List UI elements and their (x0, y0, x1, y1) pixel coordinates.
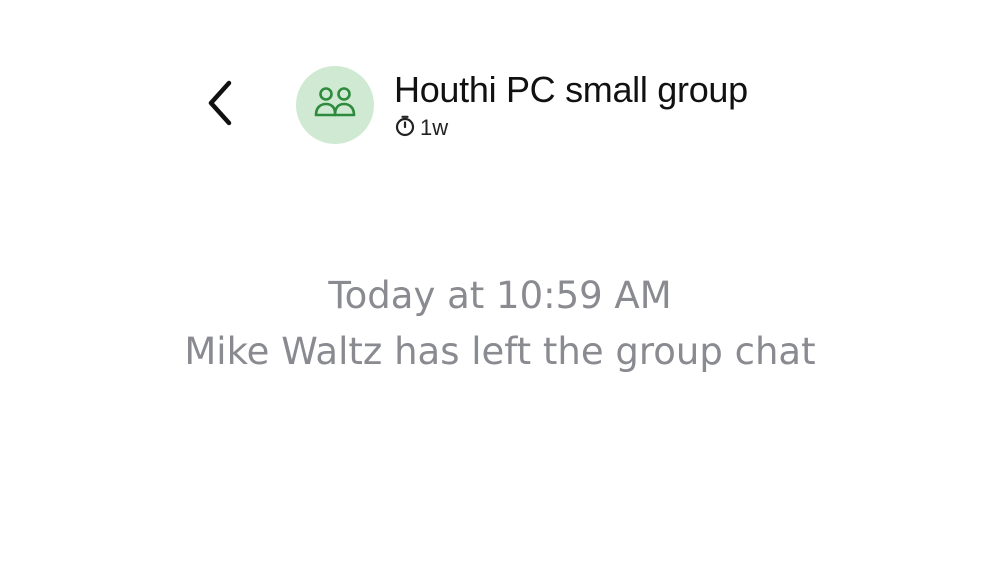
timer-icon (394, 115, 416, 142)
system-message-text: Mike Waltz has left the group chat (184, 330, 816, 373)
back-button[interactable] (198, 78, 242, 132)
group-avatar[interactable] (296, 66, 374, 144)
system-message: Today at 10:59 AM Mike Waltz has left th… (0, 268, 1000, 380)
disappearing-timer[interactable]: 1w (394, 114, 448, 142)
timer-label: 1w (420, 115, 449, 140)
group-title[interactable]: Houthi PC small group (394, 68, 748, 112)
chevron-left-icon (205, 79, 235, 132)
message-timestamp: Today at 10:59 AM (328, 274, 672, 317)
group-people-icon (313, 83, 357, 128)
chat-header: Houthi PC small group 1w (0, 0, 1000, 160)
